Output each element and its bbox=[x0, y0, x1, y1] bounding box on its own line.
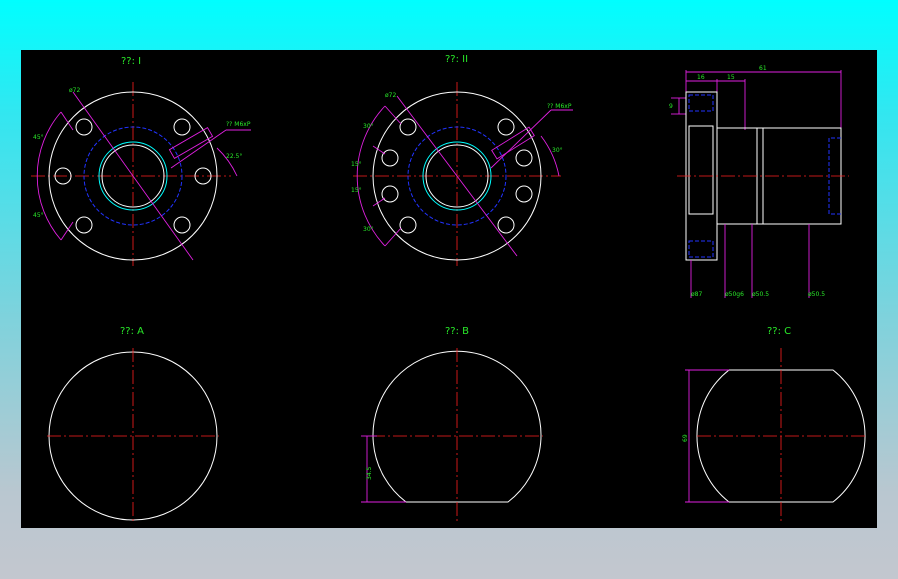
view-a-section: ??: A bbox=[47, 326, 219, 522]
view-2-angle-3: 15° bbox=[351, 187, 362, 194]
view-2-angle-2: 15° bbox=[351, 161, 362, 168]
view-2-angle-4: 30° bbox=[363, 226, 374, 233]
view-a-title: ??: A bbox=[120, 326, 144, 337]
view-c-title: ??: C bbox=[767, 326, 791, 337]
view-c-section: ??: C 69 bbox=[682, 326, 867, 524]
view-2-angle-right: 30° bbox=[552, 147, 563, 154]
cad-drawing-canvas[interactable]: ??: I ø72 ?? M6xP 45° 45° 22.5° ??: II ø… bbox=[21, 50, 877, 528]
view-1-flange: ??: I ø72 ?? M6xP 45° 45° 22.5° bbox=[31, 56, 251, 266]
view-1-diameter-label: ø72 bbox=[69, 87, 80, 94]
side-dia-2: ø50g6 bbox=[725, 291, 744, 298]
view-2-flange: ??: II ø72 ?? M6xP 30° 15° 15° 30° 30° bbox=[351, 54, 573, 266]
side-total-length: 61 bbox=[759, 65, 767, 72]
side-small-dim: 9 bbox=[669, 103, 673, 110]
view-b-height-label: 34.5 bbox=[366, 466, 373, 480]
view-1-hole-label: ?? M6xP bbox=[226, 121, 251, 128]
view-2-title: ??: II bbox=[445, 54, 468, 65]
side-dia-3: ø50.5 bbox=[752, 291, 769, 298]
view-2-diameter-label: ø72 bbox=[385, 92, 396, 99]
side-view: 61 16 15 9 ø87 ø50g6 ø50.5 ø50.5 bbox=[669, 65, 849, 298]
side-mid-length: 15 bbox=[727, 74, 735, 81]
view-2-hole-label: ?? M6xP bbox=[547, 103, 572, 110]
side-dia-4: ø50.5 bbox=[808, 291, 825, 298]
view-b-title: ??: B bbox=[445, 326, 469, 337]
side-dia-1: ø87 bbox=[691, 291, 702, 298]
view-1-angle-top: 45° bbox=[33, 134, 44, 141]
view-c-height-label: 69 bbox=[682, 434, 689, 442]
side-flange-length: 16 bbox=[697, 74, 705, 81]
view-1-angle-bottom: 45° bbox=[33, 212, 44, 219]
view-2-angle-1: 30° bbox=[363, 123, 374, 130]
view-1-title: ??: I bbox=[121, 56, 141, 67]
view-b-section: ??: B 34.5 bbox=[361, 326, 543, 524]
view-1-angle-right: 22.5° bbox=[226, 153, 242, 160]
